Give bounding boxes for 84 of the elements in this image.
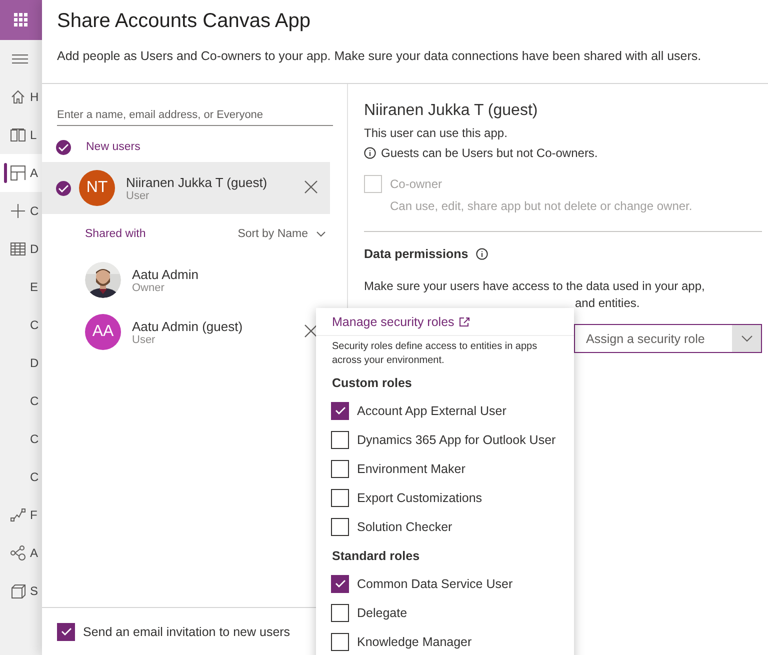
sort-dropdown[interactable]: Sort by Name (238, 228, 326, 240)
user-check[interactable] (56, 180, 71, 196)
role-label: Solution Checker (357, 520, 452, 534)
user-name: Aatu Admin (132, 266, 200, 282)
nav-item[interactable]: C (0, 382, 42, 420)
group-title: Custom roles (331, 375, 413, 392)
dialog-subtitle: Add people as Users and Co-owners to your app. Make sure your data connections have been shared with all users. (57, 49, 702, 63)
solution-icon (10, 583, 26, 599)
flow-icon (10, 507, 26, 523)
role-label: Delegate (357, 606, 408, 620)
selected-user-name: Niiranen Jukka T (guest) (364, 102, 539, 120)
user-name: Niiranen Jukka T (guest) (126, 174, 268, 190)
nav-item[interactable]: C (0, 458, 42, 496)
apps-icon (10, 165, 26, 181)
permissions-text: Make sure your users have access to the data used in your app, (364, 279, 706, 293)
section-label: Shared with (85, 228, 146, 240)
user-note: This user can use this app. (364, 126, 508, 140)
nav-item[interactable]: H (0, 78, 42, 116)
guest-info-text: Guests can be Users but not Co-owners. (381, 146, 598, 160)
nav-item[interactable]: A (0, 534, 42, 572)
plus-icon (10, 203, 26, 219)
user-row[interactable]: Aatu Admin Owner (42, 254, 330, 306)
menu-icon[interactable] (12, 54, 28, 64)
role-label: Common Data Service User (357, 576, 513, 590)
waffle-icon (14, 13, 28, 27)
external-link-icon (459, 316, 470, 326)
chevron-icon (316, 231, 326, 237)
dialog-title: Share Accounts Canvas App (57, 10, 312, 33)
user-role: Owner (132, 282, 166, 294)
checkbox-label: Send an email invitation to new users (83, 624, 290, 638)
user-name: Aatu Admin (guest) (132, 318, 244, 334)
table-icon (10, 241, 26, 257)
check-icon (334, 579, 346, 588)
role-checkbox[interactable] (331, 574, 349, 592)
home-icon (10, 89, 26, 105)
role-checkbox[interactable] (331, 488, 349, 506)
user-avatar: NT (79, 170, 115, 206)
role-checkbox[interactable] (331, 402, 349, 420)
role-label: Export Customizations (357, 490, 482, 504)
book-icon (10, 127, 26, 143)
nav-item[interactable]: F (0, 496, 42, 534)
nav-item[interactable]: C (0, 306, 42, 344)
security-role-dropdown[interactable]: Assign a security role (574, 324, 762, 353)
email-invite-checkbox[interactable] (57, 622, 75, 640)
role-label: Dynamics 365 App for Outlook User (357, 432, 556, 446)
nav-item[interactable]: D (0, 344, 42, 382)
role-checkbox[interactable] (331, 632, 349, 650)
info-icon (476, 248, 488, 260)
role-checkbox[interactable] (331, 518, 349, 536)
chevron-icon (740, 335, 752, 342)
section-title: Data permissions (364, 247, 468, 261)
network-icon (10, 545, 26, 561)
user-role: User (126, 190, 150, 202)
check-icon (58, 142, 69, 152)
group-title: Standard roles (331, 548, 421, 565)
co-owner-description: Can use, edit, share app but not delete or change owner. (390, 199, 694, 213)
info-icon (364, 147, 376, 159)
check-icon (58, 184, 69, 192)
nav-item[interactable]: C (0, 192, 42, 230)
app-launcher-button[interactable] (0, 0, 42, 40)
manage-roles-link[interactable]: Manage security roles (332, 314, 470, 328)
role-checkbox[interactable] (331, 460, 349, 478)
nav-item[interactable]: L (0, 116, 42, 154)
check-icon (334, 406, 346, 415)
user-role: User (132, 334, 156, 346)
nav-item[interactable]: E (0, 268, 42, 306)
permissions-text: and entities. (574, 296, 641, 310)
user-row[interactable]: NT Niiranen Jukka T (guest) User (42, 162, 330, 214)
check-icon (60, 627, 72, 636)
user-avatar: AA (85, 314, 121, 350)
section-label: New users (86, 141, 140, 153)
nav-item[interactable]: D (0, 230, 42, 268)
role-label: Environment Maker (357, 462, 466, 476)
role-label: Account App External User (357, 404, 506, 418)
remove-button[interactable] (304, 180, 320, 196)
nav-item[interactable]: A (0, 154, 42, 192)
checkbox-label: Co-owner (390, 177, 442, 191)
role-label: Knowledge Manager (357, 634, 472, 648)
role-checkbox[interactable] (331, 604, 349, 622)
select-all-check[interactable] (56, 140, 71, 154)
nav-item[interactable]: S (0, 572, 42, 610)
nav-item[interactable]: C (0, 420, 42, 458)
role-checkbox[interactable] (331, 430, 349, 448)
popup-description: Security roles define access to entities in apps across your environment. (331, 340, 538, 368)
